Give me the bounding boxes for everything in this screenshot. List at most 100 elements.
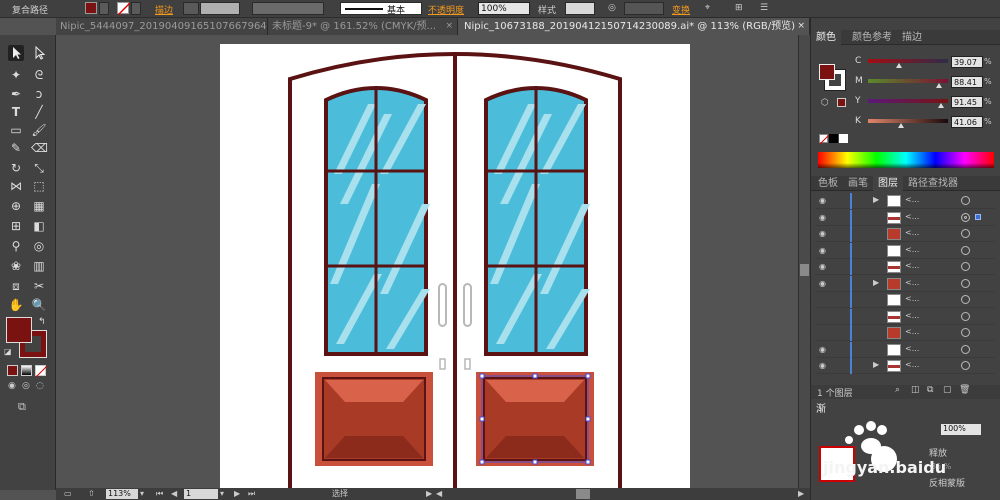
clipping-mask-icon[interactable]: ◫: [911, 385, 920, 395]
right-panel-center[interactable]: [506, 402, 564, 436]
artboard-dropdown-icon[interactable]: ▾: [220, 489, 224, 499]
blend-tool-icon[interactable]: ◎: [31, 238, 47, 254]
symbol-sprayer-tool-icon[interactable]: ❀: [8, 258, 24, 274]
expand-triangle-icon[interactable]: ▶: [873, 360, 879, 369]
draw-inside-icon[interactable]: ◌: [36, 381, 44, 391]
last-artboard-icon[interactable]: ⏭: [248, 489, 255, 499]
status-nav-icon[interactable]: ▭: [64, 489, 72, 499]
paintbrush-tool-icon[interactable]: 🖌: [31, 122, 47, 138]
default-colors-icon[interactable]: ◪: [4, 347, 12, 356]
panel-menu-icon[interactable]: ☰: [760, 3, 768, 13]
slider-k[interactable]: [868, 119, 948, 128]
selection-handle[interactable]: [532, 373, 538, 379]
fill-color-box[interactable]: [6, 317, 32, 343]
opacity-label[interactable]: 不透明度: [428, 3, 464, 16]
layer-name[interactable]: <...: [905, 294, 919, 303]
layer-row[interactable]: ◉ ▶ <...: [815, 275, 995, 292]
close-icon[interactable]: ×: [797, 18, 805, 35]
tab-document-1[interactable]: Nipic_5444097_20190409165107667964.ai*: [56, 18, 268, 35]
document-setup-button[interactable]: [624, 2, 664, 15]
selection-handle[interactable]: [479, 459, 485, 465]
target-circle-icon[interactable]: [961, 328, 970, 337]
canvas-area[interactable]: [56, 35, 798, 488]
tab-color[interactable]: 颜色: [811, 30, 841, 45]
rotate-tool-icon[interactable]: ↻: [8, 160, 24, 176]
pen-tool-icon[interactable]: ✒: [8, 86, 24, 102]
target-circle-icon[interactable]: [961, 245, 970, 255]
expand-triangle-icon[interactable]: ▶: [873, 195, 879, 204]
direct-selection-tool-icon[interactable]: [31, 45, 47, 61]
variable-width-profile[interactable]: [252, 2, 324, 15]
selection-tool-icon[interactable]: [8, 45, 24, 61]
hscroll-right-icon[interactable]: ▶: [798, 489, 804, 499]
door-artwork[interactable]: [220, 44, 690, 488]
layer-row[interactable]: <...: [815, 308, 995, 325]
selection-handle[interactable]: [532, 459, 538, 465]
target-circle-icon[interactable]: [961, 311, 970, 321]
door-handle[interactable]: [463, 283, 472, 327]
out-of-gamut-swatch[interactable]: [837, 98, 846, 107]
brush-definition[interactable]: 基本: [340, 2, 422, 16]
stroke-swatch[interactable]: [117, 2, 130, 15]
perspective-grid-tool-icon[interactable]: ▦: [31, 198, 47, 214]
tab-document-3[interactable]: Nipic_10673188_20190412150714230089.ai* …: [458, 18, 810, 35]
tab-stroke[interactable]: 描边: [897, 30, 927, 45]
expand-triangle-icon[interactable]: ▶: [873, 278, 879, 287]
free-transform-tool-icon[interactable]: ⬚: [31, 178, 47, 194]
door-handle-base[interactable]: [439, 358, 446, 370]
visibility-eye-icon[interactable]: ◉: [819, 279, 828, 288]
hand-tool-icon[interactable]: ✋: [8, 297, 24, 313]
close-icon[interactable]: ×: [445, 18, 453, 35]
zoom-dropdown-icon[interactable]: ▾: [140, 489, 144, 499]
isolate-icon[interactable]: ⌖: [705, 3, 710, 13]
delete-layer-icon[interactable]: 🗑: [959, 385, 970, 395]
slider-m[interactable]: [868, 79, 948, 88]
tab-pathfinder[interactable]: 路径查找器: [903, 176, 963, 191]
visibility-eye-icon[interactable]: ◉: [819, 361, 828, 370]
visibility-eye-icon[interactable]: ◉: [819, 229, 828, 238]
layer-name[interactable]: <...: [905, 228, 919, 237]
value-field-k[interactable]: 41.06: [951, 116, 983, 128]
slider-y[interactable]: [868, 99, 948, 108]
none-swatch[interactable]: [819, 134, 829, 144]
tab-swatches[interactable]: 色板: [813, 176, 843, 191]
fill-swatch[interactable]: [85, 2, 97, 14]
selection-handle[interactable]: [585, 373, 591, 379]
slider-c[interactable]: [868, 59, 948, 68]
zoom-tool-icon[interactable]: 🔍: [31, 297, 47, 313]
new-layer-icon[interactable]: ▢: [943, 385, 952, 395]
artboard[interactable]: [220, 44, 690, 488]
status-menu-icon[interactable]: ▶: [426, 489, 432, 499]
line-tool-icon[interactable]: ╱: [31, 104, 47, 120]
rectangle-tool-icon[interactable]: ▭: [8, 122, 24, 138]
layer-name[interactable]: <...: [905, 311, 919, 320]
left-panel-center[interactable]: [345, 402, 403, 436]
artboard-tool-icon[interactable]: ⧈: [8, 278, 24, 294]
opacity-field[interactable]: 100%: [478, 2, 530, 15]
stroke-weight-field[interactable]: [200, 2, 240, 15]
lasso-tool-icon[interactable]: ᘓ: [31, 67, 47, 83]
layer-name[interactable]: <...: [905, 344, 919, 353]
visibility-eye-icon[interactable]: ◉: [819, 246, 828, 255]
value-field-y[interactable]: 91.45: [951, 96, 983, 108]
vertical-scrollbar[interactable]: [798, 35, 810, 488]
stroke-weight-stepper[interactable]: [183, 2, 199, 15]
layer-name[interactable]: <...: [905, 261, 919, 270]
none-mode-icon[interactable]: [35, 365, 47, 377]
target-circle-icon[interactable]: [961, 229, 970, 238]
swap-colors-icon[interactable]: ↰: [38, 317, 46, 327]
tab-transparency[interactable]: 渐: [811, 402, 831, 417]
layer-row[interactable]: ◉ <...: [815, 242, 995, 259]
slider-thumb[interactable]: [935, 83, 942, 88]
transform-label[interactable]: 变换: [672, 3, 690, 16]
layer-row[interactable]: ◉ <...: [815, 259, 995, 275]
artboard-number-field[interactable]: 1: [184, 489, 218, 499]
invert-mask-checkbox[interactable]: 反相蒙版: [929, 476, 965, 489]
gradient-mode-icon[interactable]: [21, 365, 32, 376]
target-circle-icon[interactable]: [961, 295, 970, 304]
locate-object-icon[interactable]: ⌕: [895, 385, 900, 395]
eyedropper-tool-icon[interactable]: ⚲: [8, 238, 24, 254]
slider-thumb[interactable]: [938, 103, 945, 108]
shape-builder-tool-icon[interactable]: ⊕: [8, 198, 24, 214]
first-artboard-icon[interactable]: ⏮: [156, 489, 163, 499]
